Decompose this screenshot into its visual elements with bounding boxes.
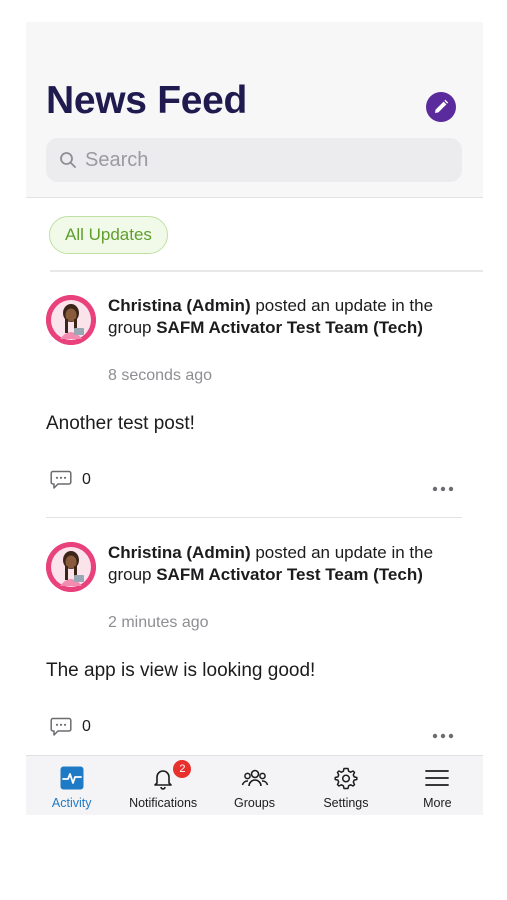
post-timestamp: 8 seconds ago	[108, 367, 213, 384]
search-bar[interactable]	[46, 138, 462, 182]
avatar[interactable]	[46, 295, 96, 345]
group-name[interactable]: SAFM Activator Test Team (Tech)	[156, 565, 423, 584]
menu-icon	[425, 770, 450, 786]
tab-groups[interactable]: Groups	[209, 756, 300, 815]
more-dots-icon	[432, 486, 454, 492]
comment-count: 0	[82, 471, 91, 488]
groups-icon	[241, 769, 268, 787]
gear-icon	[334, 767, 358, 790]
post-body: Another test post!	[46, 413, 195, 434]
tab-activity[interactable]: Activity	[26, 756, 117, 815]
activity-icon	[60, 766, 84, 790]
avatar-illustration	[46, 542, 96, 592]
more-dots-icon	[432, 733, 454, 739]
header: News Feed	[26, 22, 483, 198]
compose-button[interactable]	[426, 92, 456, 122]
comment-button[interactable]: 0	[50, 470, 91, 490]
more-options-button[interactable]	[432, 726, 454, 744]
post-timestamp: 2 minutes ago	[108, 614, 209, 631]
tab-label: Groups	[234, 796, 276, 810]
comment-count: 0	[82, 718, 91, 735]
author-name[interactable]: Christina (Admin)	[108, 543, 251, 562]
tab-label: Notifications	[129, 796, 198, 810]
post-headline: Christina (Admin) posted an update in th…	[108, 542, 458, 586]
group-name[interactable]: SAFM Activator Test Team (Tech)	[156, 318, 423, 337]
notification-badge: 2	[173, 760, 192, 778]
divider	[46, 517, 462, 518]
post-headline: Christina (Admin) posted an update in th…	[108, 295, 458, 339]
tab-label: More	[423, 796, 452, 810]
pencil-icon	[435, 99, 449, 113]
search-icon	[60, 152, 76, 168]
bell-icon	[154, 770, 172, 790]
tab-bar: Activity 2 Notifications Groups Settings…	[26, 755, 483, 815]
comment-icon	[50, 717, 72, 736]
more-options-button[interactable]	[432, 479, 454, 497]
avatar[interactable]	[46, 542, 96, 592]
avatar-illustration	[46, 295, 96, 345]
app-screen: News Feed All Updates	[26, 22, 483, 815]
all-updates-filter[interactable]: All Updates	[49, 216, 168, 254]
tab-label: Activity	[51, 796, 92, 810]
author-name[interactable]: Christina (Admin)	[108, 296, 251, 315]
tab-label: Settings	[323, 796, 369, 810]
tab-notifications[interactable]: 2 Notifications	[117, 756, 208, 815]
page-title: News Feed	[46, 79, 248, 122]
divider	[50, 270, 483, 272]
tab-more[interactable]: More	[392, 756, 483, 815]
comment-button[interactable]: 0	[50, 717, 91, 737]
post-body: The app is view is looking good!	[46, 660, 316, 681]
search-input[interactable]	[85, 148, 445, 172]
comment-icon	[50, 470, 72, 489]
tab-settings[interactable]: Settings	[300, 756, 391, 815]
